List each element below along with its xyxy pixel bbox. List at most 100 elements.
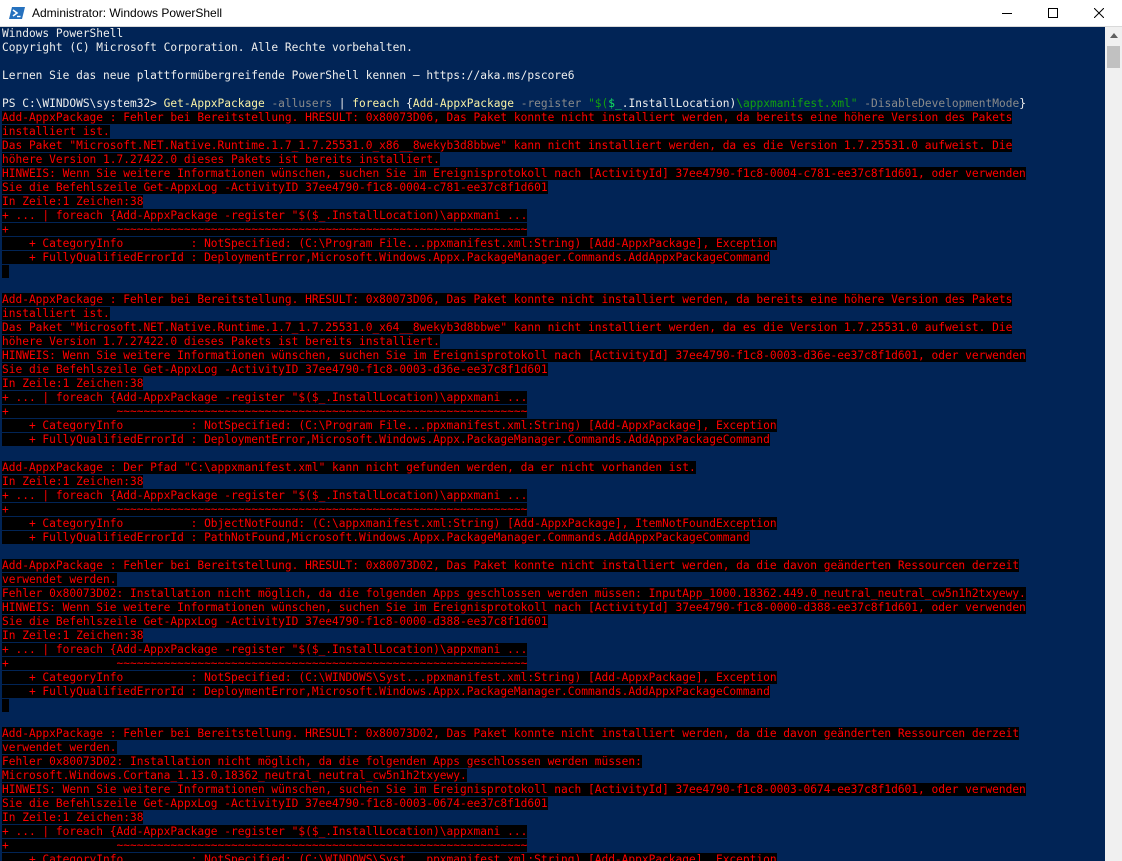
- line-text: Lernen Sie das neue plattformübergreifen…: [2, 69, 575, 82]
- line-text: + ... | foreach {Add-AppxPackage -regist…: [2, 391, 528, 404]
- line-text: Das Paket "Microsoft.NET.Native.Runtime.…: [2, 321, 1013, 334]
- line-text: In Zeile:1 Zeichen:38: [2, 195, 144, 208]
- error-line: + FullyQualifiedErrorId : PathNotFound,M…: [2, 531, 1104, 545]
- line-text: Das Paket "Microsoft.NET.Native.Runtime.…: [2, 139, 1013, 152]
- command-token: $_: [608, 97, 622, 110]
- error-line: installiert ist.: [2, 307, 1104, 321]
- error-line: + ... | foreach {Add-AppxPackage -regist…: [2, 643, 1104, 657]
- error-line: In Zeile:1 Zeichen:38: [2, 195, 1104, 209]
- command-token: }: [1019, 97, 1026, 110]
- command-token: foreach: [352, 97, 400, 110]
- error-line: verwendet werden.: [2, 741, 1104, 755]
- error-line: Add-AppxPackage : Fehler bei Bereitstell…: [2, 559, 1104, 573]
- close-button[interactable]: [1076, 0, 1122, 26]
- line-text: installiert ist.: [2, 307, 110, 320]
- error-line: + CategoryInfo : NotSpecified: (C:\Progr…: [2, 419, 1104, 433]
- line-text: Add-AppxPackage : Fehler bei Bereitstell…: [2, 111, 1013, 124]
- minimize-button[interactable]: [984, 0, 1030, 26]
- scrollbar-thumb[interactable]: [1107, 46, 1120, 68]
- line-text: Sie die Befehlszeile Get-AppxLog -Activi…: [2, 363, 548, 376]
- line-text: + FullyQualifiedErrorId : DeploymentErro…: [2, 251, 770, 264]
- command-token: -DisableDevelopmentMode: [857, 97, 1020, 110]
- error-line: + CategoryInfo : NotSpecified: (C:\WINDO…: [2, 671, 1104, 685]
- line-text: + FullyQualifiedErrorId : PathNotFound,M…: [2, 531, 750, 544]
- error-line: HINWEIS: Wenn Sie weitere Informationen …: [2, 167, 1104, 181]
- line-text: + ~~~~~~~~~~~~~~~~~~~~~~~~~~~~~~~~~~~~~~…: [2, 839, 528, 852]
- output-line: Lernen Sie das neue plattformübergreifen…: [2, 69, 1104, 83]
- error-line: + ~~~~~~~~~~~~~~~~~~~~~~~~~~~~~~~~~~~~~~…: [2, 405, 1104, 419]
- command-token: -allusers: [264, 97, 339, 110]
- line-text: höhere Version 1.7.27422.0 dieses Pakets…: [2, 153, 440, 166]
- powershell-icon: [9, 5, 25, 21]
- line-text: [2, 265, 9, 278]
- error-line: In Zeile:1 Zeichen:38: [2, 811, 1104, 825]
- line-text: Add-AppxPackage : Der Pfad "C:\appxmanif…: [2, 461, 696, 474]
- powershell-window: Administrator: Windows PowerShell Window…: [0, 0, 1122, 861]
- error-line: + CategoryInfo : NotSpecified: (C:\WINDO…: [2, 853, 1104, 861]
- error-line: In Zeile:1 Zeichen:38: [2, 475, 1104, 489]
- vertical-scrollbar[interactable]: [1105, 27, 1122, 861]
- error-line: [2, 699, 1104, 713]
- line-text: In Zeile:1 Zeichen:38: [2, 377, 144, 390]
- error-line: + FullyQualifiedErrorId : DeploymentErro…: [2, 433, 1104, 447]
- command-token: PS C:\WINDOWS\system32>: [2, 97, 164, 110]
- error-line: In Zeile:1 Zeichen:38: [2, 629, 1104, 643]
- line-text: Fehler 0x80073D02: Installation nicht mö…: [2, 587, 1026, 600]
- error-line: höhere Version 1.7.27422.0 dieses Pakets…: [2, 335, 1104, 349]
- error-line: verwendet werden.: [2, 573, 1104, 587]
- error-line: Microsoft.Windows.Cortana_1.13.0.18362_n…: [2, 769, 1104, 783]
- error-line: + CategoryInfo : ObjectNotFound: (C:\app…: [2, 517, 1104, 531]
- error-line: Add-AppxPackage : Fehler bei Bereitstell…: [2, 293, 1104, 307]
- error-line: Sie die Befehlszeile Get-AppxLog -Activi…: [2, 181, 1104, 195]
- line-text: Microsoft.Windows.Cortana_1.13.0.18362_n…: [2, 769, 467, 782]
- command-token: \appxmanifest.xml": [736, 97, 858, 110]
- line-text: In Zeile:1 Zeichen:38: [2, 475, 144, 488]
- command-token: "$(: [588, 97, 609, 110]
- command-token: Get-AppxPackage: [163, 97, 265, 110]
- line-text: + CategoryInfo : ObjectNotFound: (C:\app…: [2, 517, 777, 530]
- title-bar[interactable]: Administrator: Windows PowerShell: [0, 0, 1122, 27]
- error-line: Sie die Befehlszeile Get-AppxLog -Activi…: [2, 797, 1104, 811]
- error-line: Sie die Befehlszeile Get-AppxLog -Activi…: [2, 363, 1104, 377]
- command-token: |: [338, 97, 353, 110]
- command-token: Add-AppxPackage: [412, 97, 514, 110]
- error-line: installiert ist.: [2, 125, 1104, 139]
- line-text: + CategoryInfo : NotSpecified: (C:\Progr…: [2, 237, 777, 250]
- error-line: Fehler 0x80073D02: Installation nicht mö…: [2, 755, 1104, 769]
- console-output[interactable]: Windows PowerShell Copyright (C) Microsof…: [2, 27, 1104, 861]
- error-line: Das Paket "Microsoft.NET.Native.Runtime.…: [2, 321, 1104, 335]
- scroll-up-button[interactable]: [1105, 27, 1122, 44]
- maximize-icon: [1048, 8, 1058, 18]
- line-text: verwendet werden.: [2, 573, 117, 586]
- error-line: Add-AppxPackage : Fehler bei Bereitstell…: [2, 727, 1104, 741]
- error-line: Fehler 0x80073D02: Installation nicht mö…: [2, 587, 1104, 601]
- line-text: + ~~~~~~~~~~~~~~~~~~~~~~~~~~~~~~~~~~~~~~…: [2, 223, 528, 236]
- error-line: [2, 265, 1104, 279]
- line-text: Sie die Befehlszeile Get-AppxLog -Activi…: [2, 181, 548, 194]
- line-text: + FullyQualifiedErrorId : DeploymentErro…: [2, 433, 770, 446]
- error-line: höhere Version 1.7.27422.0 dieses Pakets…: [2, 153, 1104, 167]
- error-line: HINWEIS: Wenn Sie weitere Informationen …: [2, 349, 1104, 363]
- error-line: Add-AppxPackage : Fehler bei Bereitstell…: [2, 111, 1104, 125]
- line-text: + ... | foreach {Add-AppxPackage -regist…: [2, 643, 528, 656]
- maximize-button[interactable]: [1030, 0, 1076, 26]
- error-line: HINWEIS: Wenn Sie weitere Informationen …: [2, 783, 1104, 797]
- chevron-up-icon: [1109, 33, 1118, 38]
- error-line: + ... | foreach {Add-AppxPackage -regist…: [2, 489, 1104, 503]
- error-line: + ... | foreach {Add-AppxPackage -regist…: [2, 391, 1104, 405]
- line-text: Add-AppxPackage : Fehler bei Bereitstell…: [2, 559, 1020, 572]
- line-text: + ~~~~~~~~~~~~~~~~~~~~~~~~~~~~~~~~~~~~~~…: [2, 657, 528, 670]
- error-line: HINWEIS: Wenn Sie weitere Informationen …: [2, 601, 1104, 615]
- error-line: + ~~~~~~~~~~~~~~~~~~~~~~~~~~~~~~~~~~~~~~…: [2, 839, 1104, 853]
- error-line: + FullyQualifiedErrorId : DeploymentErro…: [2, 685, 1104, 699]
- error-line: + ~~~~~~~~~~~~~~~~~~~~~~~~~~~~~~~~~~~~~~…: [2, 223, 1104, 237]
- line-text: HINWEIS: Wenn Sie weitere Informationen …: [2, 349, 1026, 362]
- line-text: verwendet werden.: [2, 741, 117, 754]
- command-token: -register: [513, 97, 589, 110]
- line-text: + ~~~~~~~~~~~~~~~~~~~~~~~~~~~~~~~~~~~~~~…: [2, 405, 528, 418]
- error-line: Das Paket "Microsoft.NET.Native.Runtime.…: [2, 139, 1104, 153]
